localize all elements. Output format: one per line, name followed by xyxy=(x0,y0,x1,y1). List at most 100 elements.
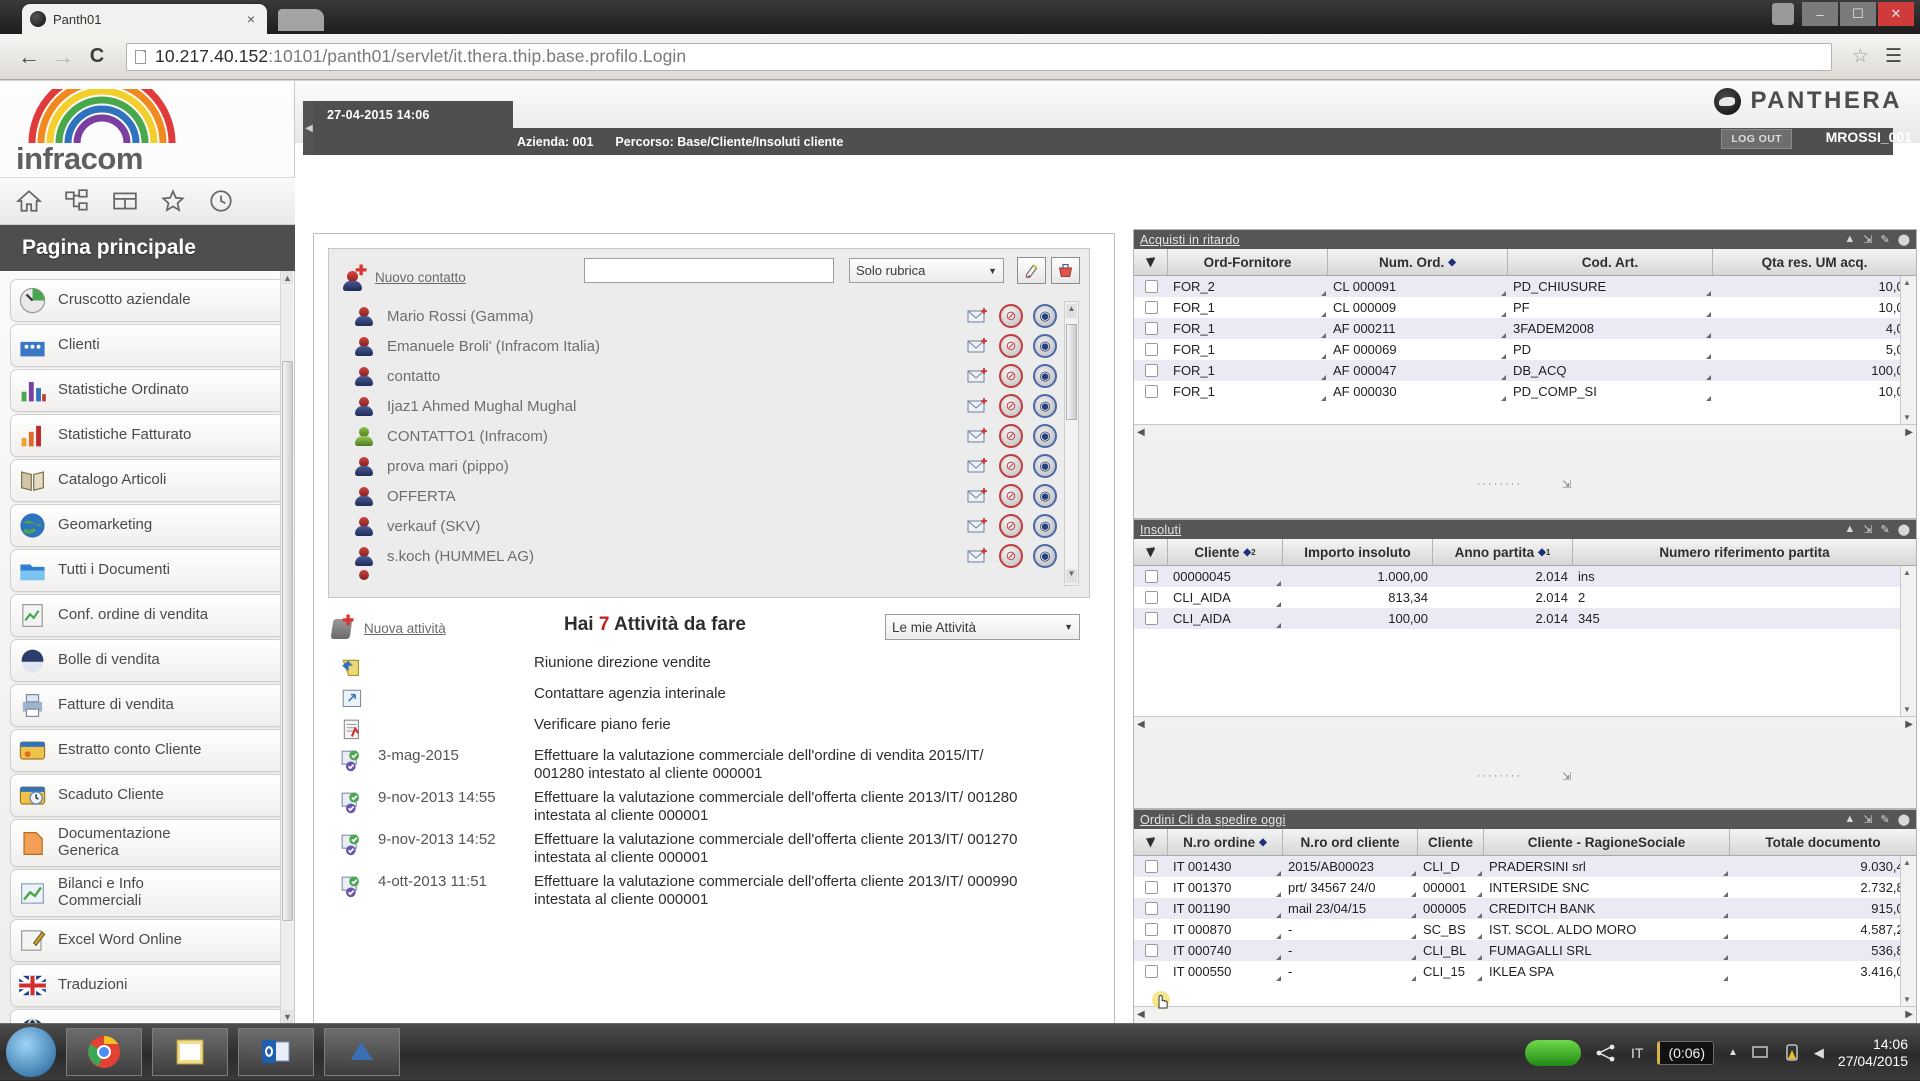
titlebar-extra-button[interactable] xyxy=(1772,3,1794,25)
scroll-up-icon[interactable]: ▲ xyxy=(1903,278,1911,287)
cell-expand-icon[interactable] xyxy=(1706,354,1711,359)
contact-row[interactable]: verkauf (SKV)⊘◉ xyxy=(341,511,1057,541)
contact-row[interactable]: contatto⊘◉ xyxy=(341,361,1057,391)
table-row[interactable]: FOR_1CL 000009PF10,00 xyxy=(1134,297,1916,318)
block-contact-icon[interactable]: ⊘ xyxy=(999,454,1023,478)
table-row[interactable]: FOR_1AF 000069PD5,00 xyxy=(1134,339,1916,360)
block-contact-icon[interactable]: ⊘ xyxy=(999,364,1023,388)
popout-icon[interactable]: ⇲ xyxy=(1863,233,1872,246)
grid-body[interactable]: 000000451.000,002.014insCLI_AIDA813,342.… xyxy=(1134,566,1916,716)
refresh-icon[interactable]: ⬤ xyxy=(1898,813,1910,826)
sidebar-item-catalogo-articoli[interactable]: Catalogo Articoli xyxy=(10,459,285,502)
grid-filter-icon[interactable]: ▼⃗ xyxy=(1134,829,1168,855)
sidebar-item-traduzioni[interactable]: Traduzioni xyxy=(10,964,285,1007)
cell-expand-icon[interactable] xyxy=(1723,976,1728,981)
view-contact-icon[interactable]: ◉ xyxy=(1033,304,1057,328)
sidebar-item-estratto-conto-cliente[interactable]: Estratto conto Cliente xyxy=(10,729,285,772)
tab-close-icon[interactable]: × xyxy=(243,11,259,27)
cell-expand-icon[interactable] xyxy=(1276,955,1281,960)
send-mail-icon[interactable] xyxy=(967,367,989,385)
contact-row[interactable]: s.koch (HUMMEL AG)⊘◉ xyxy=(341,541,1057,571)
activity-row[interactable]: Verificare piano ferie xyxy=(326,716,1090,740)
tray-overflow-icon[interactable]: ▲ xyxy=(1728,1047,1738,1058)
grid-vertical-scrollbar[interactable]: ▲ ▼ xyxy=(1900,276,1916,424)
row-checkbox[interactable] xyxy=(1134,587,1168,608)
contacts-scroll-thumb[interactable] xyxy=(1066,324,1077,420)
scroll-up-icon[interactable]: ▲ xyxy=(1903,858,1911,867)
scroll-up-icon[interactable]: ▲ xyxy=(1903,568,1911,577)
table-row[interactable]: IT 000550-CLI_15IKLEA SPA3.416,00 xyxy=(1134,961,1916,982)
sidebar-item-clienti[interactable]: Clienti xyxy=(10,324,285,367)
sidebar-scroll-down-icon[interactable]: ▼ xyxy=(282,1010,293,1023)
cell-expand-icon[interactable] xyxy=(1706,291,1711,296)
cell-expand-icon[interactable] xyxy=(1411,955,1416,960)
grid-vertical-scrollbar[interactable]: ▲ ▼ xyxy=(1900,856,1916,1006)
sidebar-item-cruscotto-aziendale[interactable]: Cruscotto aziendale xyxy=(10,279,285,322)
cell-expand-icon[interactable] xyxy=(1276,892,1281,897)
cell-expand-icon[interactable] xyxy=(1501,354,1506,359)
row-checkbox[interactable] xyxy=(1134,898,1168,919)
home-icon[interactable] xyxy=(16,188,42,214)
column-header-totale-documento[interactable]: Totale documento xyxy=(1730,829,1916,855)
column-header-n-ro-ordine[interactable]: N.ro ordine◆ xyxy=(1168,829,1283,855)
sidebar-item-tutti-i-documenti[interactable]: Tutti i Documenti xyxy=(10,549,285,592)
activity-row[interactable]: 3-mag-2015Effettuare la valutazione comm… xyxy=(326,747,1090,784)
cell-expand-icon[interactable] xyxy=(1321,312,1326,317)
volume-icon[interactable]: ◀ xyxy=(1814,1045,1824,1061)
send-mail-icon[interactable] xyxy=(967,457,989,475)
column-header-cliente[interactable]: Cliente◆2 xyxy=(1168,539,1283,565)
cell-expand-icon[interactable] xyxy=(1276,871,1281,876)
minimize-button[interactable]: – xyxy=(1802,2,1838,26)
scroll-left-icon[interactable]: ◀ xyxy=(1137,719,1145,730)
cell-expand-icon[interactable] xyxy=(1411,892,1416,897)
sidebar-item-bolle-di-vendita[interactable]: Bolle di vendita xyxy=(10,639,285,682)
cell-expand-icon[interactable] xyxy=(1411,976,1416,981)
table-row[interactable]: IT 0014302015/AB00023CLI_DPRADERSINI srl… xyxy=(1134,856,1916,877)
browser-tab[interactable]: Panth01 × xyxy=(22,4,267,34)
table-row[interactable]: CLI_AIDA100,002.014345 xyxy=(1134,608,1916,629)
cell-expand-icon[interactable] xyxy=(1411,934,1416,939)
scroll-right-icon[interactable]: ▶ xyxy=(1905,427,1913,438)
sidebar-item-excel-word-online[interactable]: Excel Word Online xyxy=(10,919,285,962)
cell-expand-icon[interactable] xyxy=(1706,333,1711,338)
block-contact-icon[interactable]: ⊘ xyxy=(999,304,1023,328)
address-bar[interactable]: 10.217.40.152:10101/panth01/servlet/it.t… xyxy=(126,43,1832,71)
activity-row[interactable]: 4-ott-2013 11:51Effettuare la valutazion… xyxy=(326,873,1090,910)
grid-body[interactable]: IT 0014302015/AB00023CLI_DPRADERSINI srl… xyxy=(1134,856,1916,1006)
cell-expand-icon[interactable] xyxy=(1477,871,1482,876)
table-row[interactable]: FOR_1AF 000047DB_ACQ100,00 xyxy=(1134,360,1916,381)
contacts-scroll-up-icon[interactable]: ▲ xyxy=(1066,304,1077,318)
column-header-cod-art[interactable]: Cod. Art. xyxy=(1508,249,1713,275)
network-share-icon[interactable] xyxy=(1595,1043,1617,1063)
contact-row[interactable]: Emanuele Broli' (Infracom Italia)⊘◉ xyxy=(341,331,1057,361)
cell-expand-icon[interactable] xyxy=(1321,354,1326,359)
row-checkbox[interactable] xyxy=(1134,381,1168,402)
bookmark-star-icon[interactable]: ☆ xyxy=(1842,45,1879,68)
contacts-scrollbar[interactable]: ▲ ▼ xyxy=(1064,301,1079,586)
contacts-list[interactable]: Mario Rossi (Gamma)⊘◉Emanuele Broli' (In… xyxy=(341,301,1057,586)
contact-scope-select[interactable]: Solo rubrica ▼ xyxy=(849,258,1004,283)
sidebar-item-fatture-di-vendita[interactable]: Fatture di vendita xyxy=(10,684,285,727)
settings-wrench-icon[interactable]: ✎ xyxy=(1880,233,1889,246)
cell-expand-icon[interactable] xyxy=(1276,976,1281,981)
cell-expand-icon[interactable] xyxy=(1276,623,1281,628)
cell-expand-icon[interactable] xyxy=(1706,312,1711,317)
grid-filter-icon[interactable]: ▼⃗ xyxy=(1134,249,1168,275)
tray-status-indicator[interactable] xyxy=(1525,1040,1581,1066)
cell-expand-icon[interactable] xyxy=(1501,375,1506,380)
scroll-down-icon[interactable]: ▼ xyxy=(1903,413,1911,422)
taskbar-app-chrome[interactable] xyxy=(66,1028,142,1076)
column-header-importo-insoluto[interactable]: Importo insoluto xyxy=(1283,539,1433,565)
cell-expand-icon[interactable] xyxy=(1501,291,1506,296)
block-contact-icon[interactable]: ⊘ xyxy=(999,544,1023,568)
cell-expand-icon[interactable] xyxy=(1276,602,1281,607)
send-mail-icon[interactable] xyxy=(967,547,989,565)
scroll-right-icon[interactable]: ▶ xyxy=(1905,719,1913,730)
table-row[interactable]: FOR_1AF 0002113FADEM20084,00 xyxy=(1134,318,1916,339)
send-mail-icon[interactable] xyxy=(967,307,989,325)
column-header-anno-partita[interactable]: Anno partita◆1 xyxy=(1433,539,1573,565)
row-checkbox[interactable] xyxy=(1134,360,1168,381)
table-row[interactable]: FOR_2CL 000091PD_CHIUSURE10,00 xyxy=(1134,276,1916,297)
row-checkbox[interactable] xyxy=(1134,566,1168,587)
row-checkbox[interactable] xyxy=(1134,318,1168,339)
